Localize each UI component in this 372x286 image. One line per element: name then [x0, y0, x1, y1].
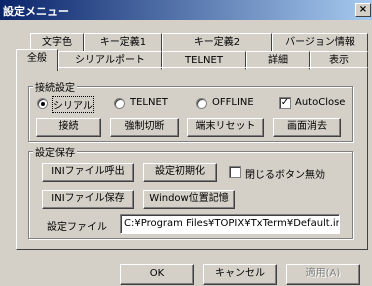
tab-version-info[interactable]: バージョン情報 — [272, 33, 368, 52]
radio-offline[interactable] — [196, 98, 207, 109]
save-legend: 設定保存 — [33, 144, 77, 159]
radio-telnet[interactable] — [114, 98, 125, 109]
remember-window-position-button[interactable]: Window位置記憶 — [143, 190, 235, 209]
clear-screen-button[interactable]: 画面消去 — [273, 118, 341, 137]
init-settings-button[interactable]: 設定初期化 — [143, 163, 217, 182]
tab-panel-general: 接続設定 シリアル TELNET OFFLINE ✓ AutoClose 接続 … — [16, 67, 368, 250]
close-button[interactable]: × — [355, 3, 371, 17]
autoclose-checkbox[interactable]: ✓ — [279, 97, 291, 109]
radio-offline-label[interactable]: OFFLINE — [212, 97, 254, 108]
tab-key-def-1[interactable]: キー定義1 — [84, 33, 162, 52]
terminal-reset-button[interactable]: 端末リセット — [187, 118, 264, 137]
title-bar: 設定メニュー × — [0, 0, 372, 20]
autoclose-label[interactable]: AutoClose — [295, 97, 345, 108]
tab-general[interactable]: 全般 — [16, 49, 58, 71]
apply-button[interactable]: 適用(A) — [286, 264, 360, 285]
connect-button[interactable]: 接続 — [36, 118, 101, 137]
window-title: 設定メニュー — [3, 5, 69, 18]
radio-serial-label[interactable]: シリアル — [52, 96, 94, 113]
cancel-button[interactable]: キャンセル — [203, 264, 277, 285]
settings-file-label: 設定ファイル — [47, 222, 107, 233]
connection-legend: 接続設定 — [33, 79, 77, 94]
disable-close-checkbox[interactable] — [229, 166, 241, 178]
disable-close-label[interactable]: 閉じるボタン無効 — [245, 166, 325, 181]
settings-file-path-field[interactable]: C:¥Program Files¥TOPIX¥TxTerm¥Default.in… — [120, 214, 340, 234]
save-ini-button[interactable]: INIファイル保存 — [42, 190, 134, 209]
radio-serial[interactable] — [37, 98, 48, 109]
force-disconnect-button[interactable]: 強制切断 — [110, 118, 179, 137]
ok-button[interactable]: OK — [120, 264, 194, 285]
load-ini-button[interactable]: INIファイル呼出 — [42, 163, 134, 182]
radio-telnet-label[interactable]: TELNET — [130, 97, 168, 108]
save-settings-group: 設定保存 INIファイル呼出 設定初期化 閉じるボタン無効 INIファイル保存 … — [28, 144, 353, 239]
connection-group: 接続設定 シリアル TELNET OFFLINE ✓ AutoClose 接続 … — [28, 79, 353, 142]
tab-key-def-2[interactable]: キー定義2 — [162, 33, 272, 52]
